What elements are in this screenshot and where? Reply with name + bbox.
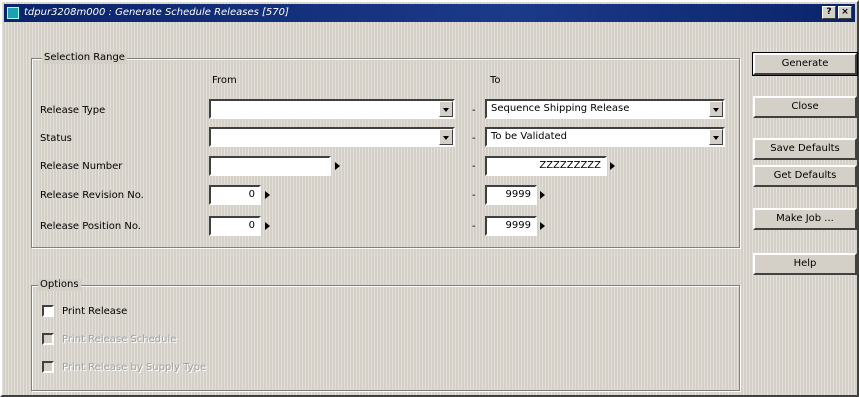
selection-range-title: Selection Range	[42, 52, 127, 64]
help-icon[interactable]: ?	[822, 6, 836, 19]
release-revision-label: Release Revision No.	[40, 190, 144, 201]
save-defaults-button[interactable]: Save Defaults	[753, 138, 857, 160]
print-release-schedule-checkbox[interactable]	[42, 333, 54, 345]
window-title: tdpur3208m000 : Generate Schedule Releas…	[24, 7, 289, 18]
title-bar[interactable]: tdpur3208m000 : Generate Schedule Releas…	[4, 4, 855, 22]
release-number-to-field[interactable]: ZZZZZZZZZ	[485, 156, 607, 176]
generate-schedule-releases-window: tdpur3208m000 : Generate Schedule Releas…	[0, 0, 859, 397]
range-dash: -	[472, 105, 476, 116]
print-release-by-supply-type-label: Print Release by Supply Type	[62, 362, 207, 373]
zoom-arrow-icon[interactable]	[265, 222, 270, 230]
help-button[interactable]: Help	[753, 253, 857, 275]
close-icon[interactable]: ×	[838, 6, 852, 19]
release-number-from-field[interactable]	[209, 156, 331, 176]
release-type-to-value: Sequence Shipping Release	[491, 103, 630, 114]
release-type-label: Release Type	[40, 105, 106, 116]
status-label: Status	[40, 133, 72, 144]
status-from-combo[interactable]	[209, 127, 455, 147]
close-button[interactable]: Close	[753, 96, 857, 118]
zoom-arrow-icon[interactable]	[265, 191, 270, 199]
generate-button[interactable]: Generate	[752, 52, 858, 76]
zoom-arrow-icon[interactable]	[540, 191, 545, 199]
release-number-label: Release Number	[40, 161, 123, 172]
range-dash: -	[472, 133, 476, 144]
range-dash: -	[472, 161, 476, 172]
selection-range-group: Selection Range	[31, 52, 740, 248]
print-release-checkbox[interactable]	[42, 305, 54, 317]
release-position-label: Release Position No.	[40, 221, 141, 232]
zoom-arrow-icon[interactable]	[335, 162, 340, 170]
chevron-down-icon[interactable]	[709, 101, 723, 117]
chevron-down-icon[interactable]	[439, 101, 453, 117]
range-dash: -	[472, 190, 476, 201]
get-defaults-button[interactable]: Get Defaults	[753, 165, 857, 187]
chevron-down-icon[interactable]	[709, 129, 723, 145]
application-icon	[7, 7, 19, 19]
print-release-by-supply-type-checkbox[interactable]	[42, 361, 54, 373]
release-position-from-field[interactable]: 0	[209, 216, 261, 236]
release-revision-from-field[interactable]: 0	[209, 185, 261, 205]
from-header: From	[212, 75, 237, 86]
zoom-arrow-icon[interactable]	[610, 162, 615, 170]
chevron-down-icon[interactable]	[439, 129, 453, 145]
print-release-label: Print Release	[62, 306, 128, 317]
make-job-button[interactable]: Make Job ...	[753, 208, 857, 230]
range-dash: -	[472, 221, 476, 232]
status-to-combo[interactable]: To be Validated	[485, 127, 725, 147]
options-title: Options	[38, 279, 81, 291]
status-to-value: To be Validated	[491, 131, 568, 142]
to-header: To	[490, 75, 501, 86]
print-release-schedule-label: Print Release Schedule	[62, 334, 177, 345]
release-position-to-field[interactable]: 9999	[485, 216, 537, 236]
release-type-from-combo[interactable]	[209, 99, 455, 119]
release-type-to-combo[interactable]: Sequence Shipping Release	[485, 99, 725, 119]
release-revision-to-field[interactable]: 9999	[485, 185, 537, 205]
zoom-arrow-icon[interactable]	[540, 222, 545, 230]
